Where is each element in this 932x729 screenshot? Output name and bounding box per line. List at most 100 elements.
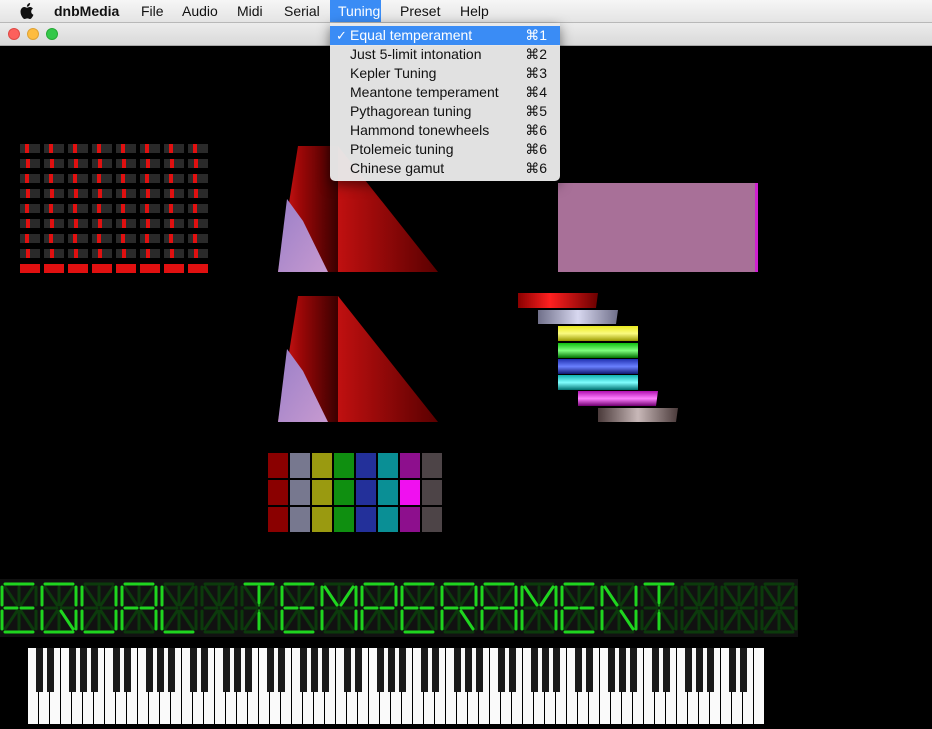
- menu-item-label: Ptolemeic tuning: [350, 141, 454, 157]
- piano-black-key: [454, 648, 461, 692]
- piano-black-key: [190, 648, 197, 692]
- piano-black-key: [201, 648, 208, 692]
- menu-item-label: Just 5-limit intonation: [350, 46, 482, 62]
- meter-cell: [116, 144, 136, 153]
- piano-black-key: [344, 648, 351, 692]
- meter-cell-lit: [25, 144, 29, 153]
- meter-cell-lit: [169, 234, 173, 243]
- meter-cell-lit: [146, 249, 150, 258]
- meter-cell-lit: [193, 234, 197, 243]
- tuning-item-ptolemeic[interactable]: Ptolemeic tuning ⌘6: [330, 140, 560, 159]
- menu-midi[interactable]: Midi: [229, 0, 271, 22]
- piano-black-key: [542, 648, 549, 692]
- piano-black-key: [69, 648, 76, 692]
- piano-black-key: [322, 648, 329, 692]
- piano-black-key: [553, 648, 560, 692]
- meter-cell-lit: [121, 174, 125, 183]
- palette-swatch: [334, 480, 354, 505]
- menu-audio[interactable]: Audio: [174, 0, 226, 22]
- menu-serial[interactable]: Serial: [276, 0, 328, 22]
- meter-cell-lit: [122, 219, 126, 228]
- palette-swatch: [290, 480, 310, 505]
- meter-cell: [116, 234, 136, 243]
- piano-black-key: [740, 648, 747, 692]
- piano-black-key: [355, 648, 362, 692]
- meter-cell: [188, 174, 208, 183]
- menu-help[interactable]: Help: [452, 0, 497, 22]
- segment-display-panel: [0, 579, 798, 637]
- piano-black-key: [146, 648, 153, 692]
- piano-black-key: [91, 648, 98, 692]
- menu-item-label: Hammond tonewheels: [350, 122, 490, 138]
- tuning-item-pythagorean[interactable]: Pythagorean tuning ⌘5: [330, 102, 560, 121]
- meter-cell: [68, 264, 88, 273]
- meter-cell-lit: [74, 189, 78, 198]
- checkmark-icon: ✓: [336, 28, 347, 43]
- meter-cell-lit: [97, 234, 101, 243]
- meter-cell-lit: [98, 219, 102, 228]
- palette-swatch: [356, 453, 376, 478]
- meter-cell-lit: [122, 159, 126, 168]
- meter-cell: [44, 234, 64, 243]
- meter-cell-lit: [74, 159, 78, 168]
- palette-swatch: [268, 453, 288, 478]
- meter-cell-lit: [122, 249, 126, 258]
- zoom-window-button[interactable]: [46, 28, 58, 40]
- meter-cell: [44, 174, 64, 183]
- meter-cell: [116, 264, 136, 273]
- meter-cell-lit: [145, 174, 149, 183]
- piano-black-key: [498, 648, 505, 692]
- meter-cell: [68, 204, 88, 213]
- tuning-item-equal-temperament[interactable]: ✓ Equal temperament ⌘1: [330, 26, 560, 45]
- piano-black-key: [234, 648, 241, 692]
- meter-cell-lit: [25, 204, 29, 213]
- meter-cell-lit: [73, 174, 77, 183]
- menu-item-label: Pythagorean tuning: [350, 103, 472, 119]
- meter-cell: [188, 234, 208, 243]
- meter-cell-lit: [121, 234, 125, 243]
- piano-black-key: [707, 648, 714, 692]
- piano-black-key: [652, 648, 659, 692]
- piano-black-key: [223, 648, 230, 692]
- menu-preset[interactable]: Preset: [392, 0, 448, 22]
- meter-cell: [92, 144, 112, 153]
- piano-black-key: [168, 648, 175, 692]
- tuning-item-hammond[interactable]: Hammond tonewheels ⌘6: [330, 121, 560, 140]
- color-palette-grid: [268, 453, 442, 532]
- piano-black-key: [531, 648, 538, 692]
- meter-cell-lit: [26, 219, 30, 228]
- menu-tuning[interactable]: Tuning: [330, 0, 381, 22]
- menu-bar: dnbMedia File Audio Midi Serial Tuning P…: [0, 0, 932, 23]
- menu-file[interactable]: File: [133, 0, 172, 22]
- menu-item-shortcut: ⌘3: [525, 65, 547, 81]
- tuning-item-just-intonation[interactable]: Just 5-limit intonation ⌘2: [330, 45, 560, 64]
- meter-cell-lit: [194, 159, 198, 168]
- tuning-item-chinese-gamut[interactable]: Chinese gamut ⌘6: [330, 159, 560, 178]
- palette-swatch: [290, 453, 310, 478]
- meter-cell-lit: [97, 144, 101, 153]
- piano-black-key: [685, 648, 692, 692]
- meter-cell: [164, 264, 184, 273]
- meter-cell-lit: [146, 219, 150, 228]
- menu-item-label: Meantone temperament: [350, 84, 499, 100]
- meter-cell: [20, 264, 40, 273]
- palette-swatch: [312, 507, 332, 532]
- meter-cell-lit: [26, 189, 30, 198]
- meter-cell: [116, 174, 136, 183]
- meter-cell: [164, 204, 184, 213]
- tuning-item-meantone[interactable]: Meantone temperament ⌘4: [330, 83, 560, 102]
- staircase-bars: [518, 293, 678, 422]
- tuning-item-kepler[interactable]: Kepler Tuning ⌘3: [330, 64, 560, 83]
- meter-cell-lit: [170, 249, 174, 258]
- tuning-dropdown-menu: ✓ Equal temperament ⌘1 Just 5-limit into…: [330, 23, 560, 181]
- minimize-window-button[interactable]: [27, 28, 39, 40]
- apple-icon[interactable]: [20, 2, 36, 20]
- piano-black-key: [300, 648, 307, 692]
- meter-cell-lit: [193, 204, 197, 213]
- meter-cell: [92, 204, 112, 213]
- meter-cell-lit: [98, 189, 102, 198]
- piano-black-key: [476, 648, 483, 692]
- app-menu[interactable]: dnbMedia: [46, 0, 127, 22]
- meter-cell: [20, 144, 40, 153]
- close-window-button[interactable]: [8, 28, 20, 40]
